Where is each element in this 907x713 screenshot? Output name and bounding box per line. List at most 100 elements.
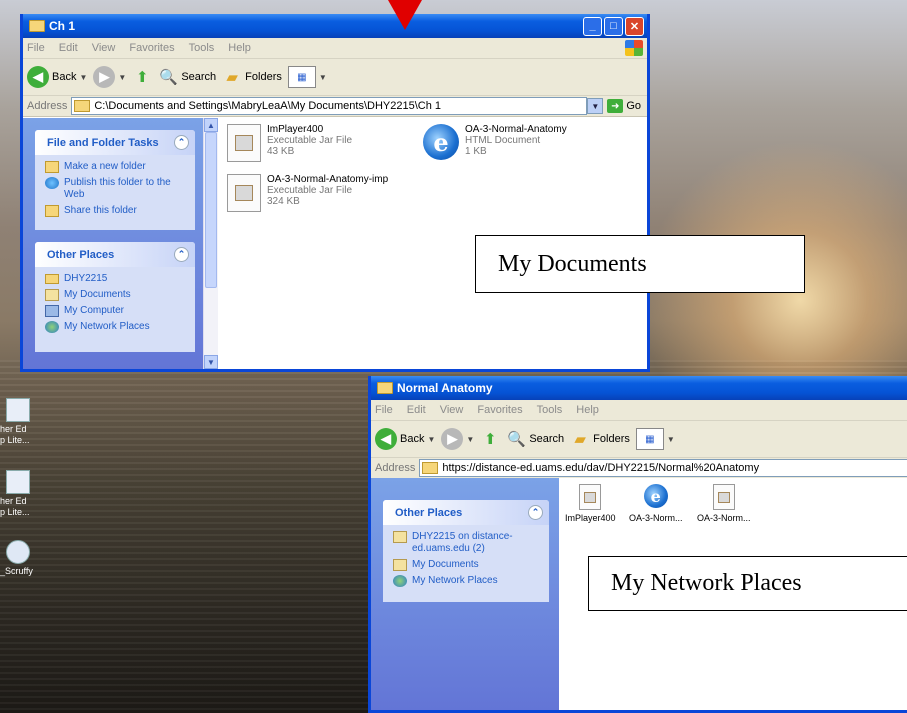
menu-file[interactable]: File [27, 42, 45, 54]
vertical-scrollbar[interactable]: ▲ ▼ [203, 118, 218, 369]
menu-help[interactable]: Help [228, 42, 251, 54]
go-button[interactable]: ➜ Go [605, 99, 647, 113]
menu-help[interactable]: Help [576, 404, 599, 416]
file-item-oa3-normal-anatomy-imp[interactable]: OA-3-Norm... [697, 484, 751, 523]
search-button[interactable]: 🔍 Search [506, 429, 564, 449]
folder-icon [422, 462, 439, 474]
minimize-button[interactable]: _ [583, 16, 602, 36]
place-my-computer[interactable]: My Computer [45, 305, 185, 317]
menu-favorites[interactable]: Favorites [129, 42, 174, 54]
other-places-panel: Other Places ⌃ DHY2215 on distance-ed.ua… [383, 500, 549, 602]
file-folder-tasks-panel: File and Folder Tasks ⌃ Make a new folde… [35, 130, 195, 230]
address-dropdown-button[interactable]: ▼ [587, 98, 604, 114]
dropdown-arrow-icon: ▼ [79, 72, 88, 82]
back-label: Back [52, 71, 77, 83]
go-arrow-icon: ➜ [607, 99, 624, 113]
collapse-chevron-icon[interactable]: ⌃ [174, 135, 189, 150]
place-dhy2215[interactable]: DHY2215 [45, 273, 185, 285]
panel-header[interactable]: File and Folder Tasks ⌃ [35, 130, 195, 155]
jar-file-icon [579, 484, 602, 510]
file-item-implayer400[interactable]: ImPlayer400 [565, 484, 616, 523]
menu-favorites[interactable]: Favorites [477, 404, 522, 416]
title-bar[interactable]: Normal Anatomy [371, 376, 907, 400]
file-item-oa3-normal-anatomy[interactable]: e OA-3-Normal-Anatomy HTML Document 1 KB [423, 124, 567, 160]
menu-file[interactable]: File [375, 404, 393, 416]
search-button[interactable]: 🔍 Search [158, 67, 216, 87]
file-type: HTML Document [465, 135, 541, 146]
task-label: Share this folder [64, 205, 137, 216]
scroll-up-button[interactable]: ▲ [204, 118, 218, 132]
jar-file-icon [227, 124, 261, 162]
scroll-thumb[interactable] [205, 132, 217, 288]
maximize-button[interactable]: □ [604, 16, 623, 36]
views-button[interactable]: ▦ ▼ [635, 428, 675, 450]
up-folder-button[interactable]: ⬆ [132, 67, 152, 87]
place-label: My Network Places [64, 321, 150, 332]
back-button[interactable]: ◀ Back ▼ [375, 428, 435, 450]
place-label: DHY2215 on distance-ed.uams.edu (2) [412, 531, 513, 554]
back-button[interactable]: ◀ Back ▼ [27, 66, 87, 88]
menu-edit[interactable]: Edit [407, 404, 426, 416]
folders-button[interactable]: ▰ Folders [570, 429, 630, 449]
collapse-chevron-icon[interactable]: ⌃ [528, 505, 543, 520]
place-dhy2215-web[interactable]: DHY2215 on distance-ed.uams.edu (2) [393, 531, 539, 555]
task-publish-folder[interactable]: Publish this folder to the Web [45, 177, 185, 201]
folders-button[interactable]: ▰ Folders [222, 67, 282, 87]
title-bar[interactable]: Ch 1 _ □ ✕ [23, 14, 647, 38]
place-my-network-places[interactable]: My Network Places [393, 575, 539, 587]
address-input[interactable]: C:\Documents and Settings\MabryLeaA\My D… [71, 97, 588, 115]
folder-icon [74, 100, 91, 112]
go-label: Go [626, 100, 641, 112]
views-button[interactable]: ▦ ▼ [287, 66, 327, 88]
desktop-icon-scruffy[interactable]: _Scruffy [0, 540, 60, 577]
folders-label: Folders [245, 71, 282, 83]
panel-header[interactable]: Other Places ⌃ [35, 242, 195, 267]
menu-tools[interactable]: Tools [189, 42, 215, 54]
address-value: C:\Documents and Settings\MabryLeaA\My D… [94, 100, 442, 112]
task-make-new-folder[interactable]: Make a new folder [45, 161, 185, 173]
new-folder-icon [45, 161, 59, 173]
menu-bar: File Edit View Favorites Tools Help [23, 38, 647, 59]
desktop-icon-word-2[interactable]: her Ed p Lite... [0, 470, 60, 518]
web-folder-icon [393, 531, 407, 543]
forward-button[interactable]: ▶ ▼ [441, 428, 474, 450]
panel-header[interactable]: Other Places ⌃ [383, 500, 549, 525]
file-name: ImPlayer400 [267, 124, 324, 135]
place-my-documents[interactable]: My Documents [393, 559, 539, 571]
word-document-icon [6, 398, 30, 422]
window-title: Normal Anatomy [397, 381, 493, 395]
address-input[interactable]: https://distance-ed.uams.edu/dav/DHY2215… [419, 459, 907, 477]
place-my-network-places[interactable]: My Network Places [45, 321, 185, 333]
forward-button[interactable]: ▶ ▼ [93, 66, 126, 88]
callout-text: My Documents [498, 250, 647, 277]
scroll-down-button[interactable]: ▼ [204, 355, 218, 369]
panel-title: Other Places [395, 506, 463, 519]
folders-label: Folders [593, 433, 630, 445]
back-arrow-icon: ◀ [375, 428, 397, 450]
close-button[interactable]: ✕ [625, 16, 644, 36]
address-label: Address [27, 100, 68, 112]
desktop-icon-label: her Ed p Lite... [0, 496, 30, 517]
menu-edit[interactable]: Edit [59, 42, 78, 54]
file-item-oa3-normal-anatomy-imp[interactable]: OA-3-Normal-Anatomy-imp Executable Jar F… [227, 174, 388, 212]
panel-title: File and Folder Tasks [47, 136, 159, 149]
explorer-window-normal-anatomy: Normal Anatomy File Edit View Favorites … [368, 376, 907, 713]
search-icon: 🔍 [158, 69, 178, 86]
network-places-icon [45, 321, 59, 333]
menu-view[interactable]: View [92, 42, 116, 54]
desktop-icon-word-1[interactable]: her Ed p Lite... [0, 398, 60, 446]
other-places-panel: Other Places ⌃ DHY2215 My Documents My C… [35, 242, 195, 352]
file-type: Executable Jar File [267, 135, 353, 146]
file-item-implayer400[interactable]: ImPlayer400 Executable Jar File 43 KB [227, 124, 352, 162]
place-label: DHY2215 [64, 273, 108, 284]
file-type: Executable Jar File [267, 185, 353, 196]
collapse-chevron-icon[interactable]: ⌃ [174, 247, 189, 262]
up-folder-icon: ⬆ [136, 69, 149, 86]
task-share-folder[interactable]: Share this folder [45, 205, 185, 217]
menu-view[interactable]: View [440, 404, 464, 416]
up-folder-button[interactable]: ⬆ [480, 429, 500, 449]
place-my-documents[interactable]: My Documents [45, 289, 185, 301]
file-item-oa3-normal-anatomy[interactable]: e OA-3-Norm... [629, 484, 683, 523]
menu-tools[interactable]: Tools [537, 404, 563, 416]
publish-globe-icon [45, 177, 59, 189]
